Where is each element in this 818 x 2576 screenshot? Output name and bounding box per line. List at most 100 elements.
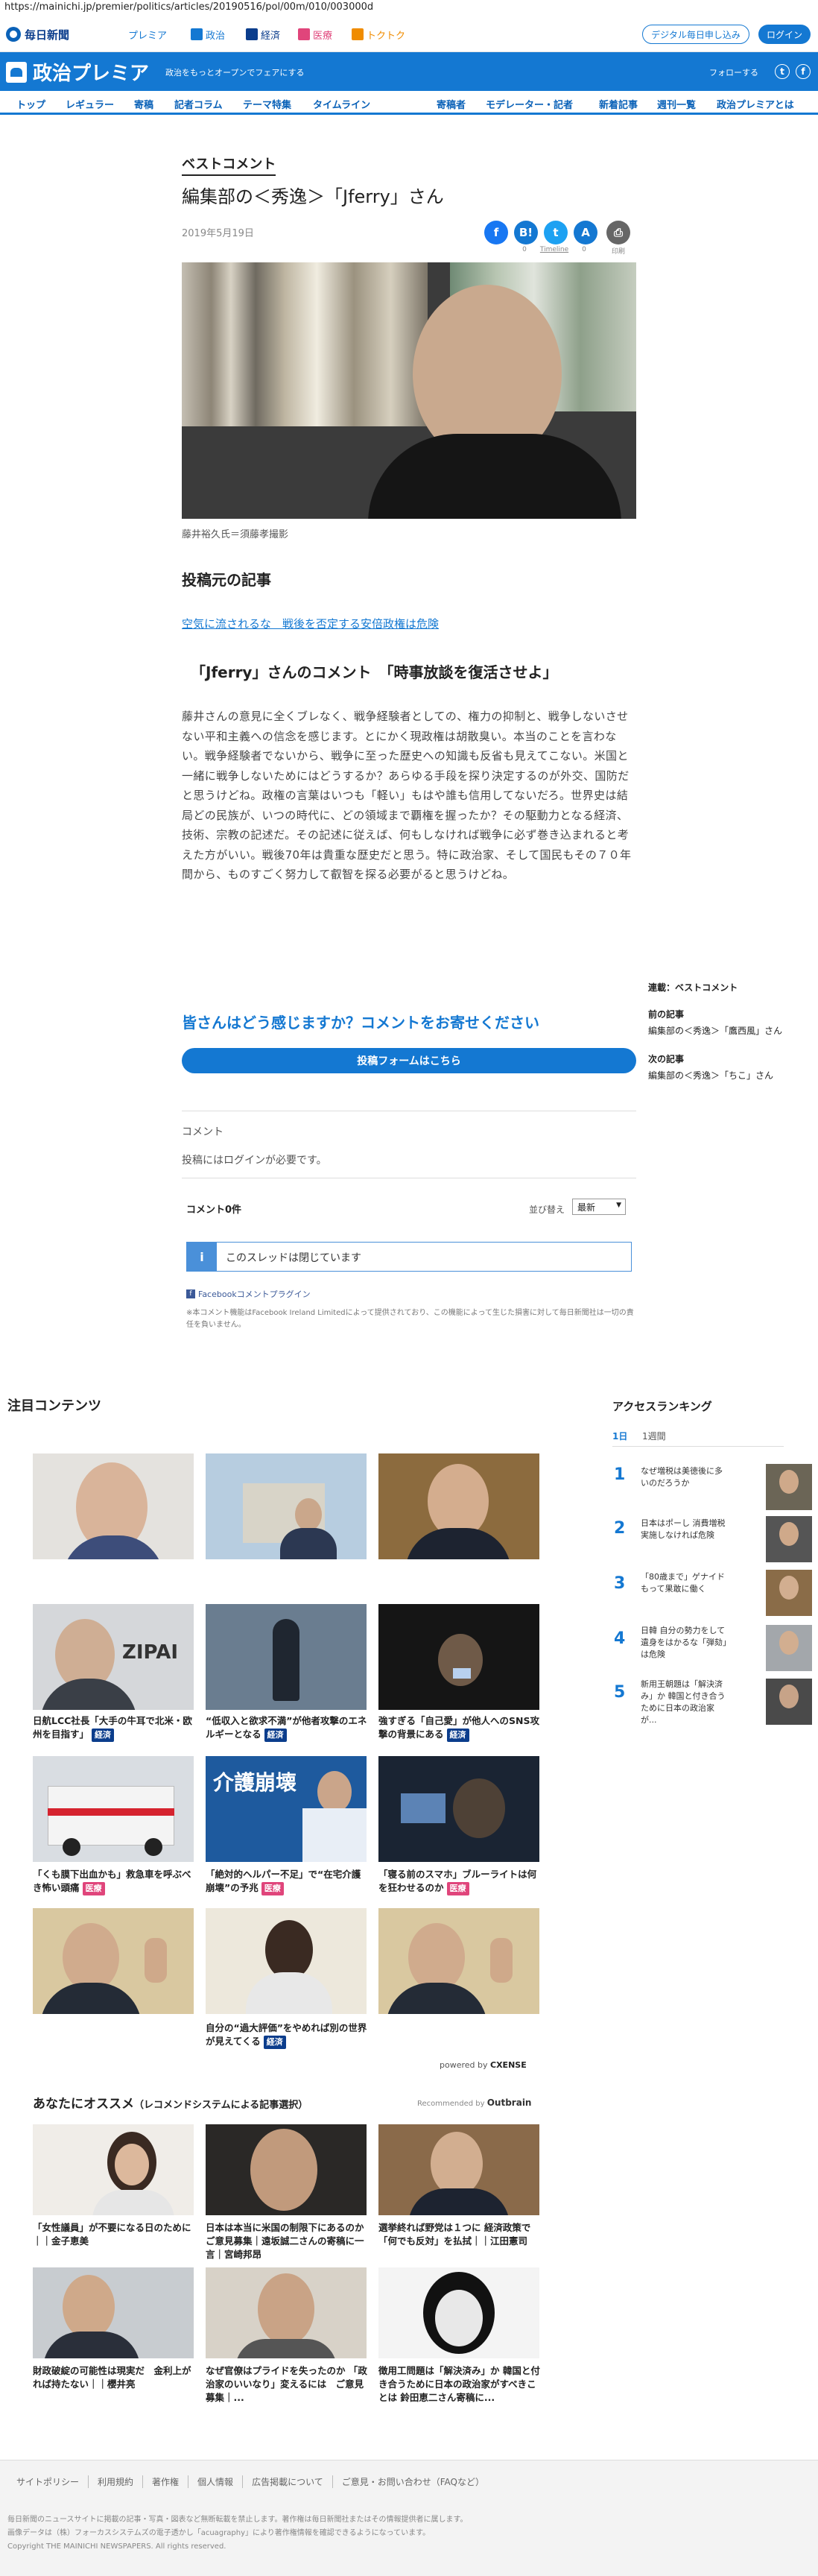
seiji-premier-logo[interactable]: 政治プレミア: [6, 58, 149, 86]
recommend-item[interactable]: 「女性議員」が不要になる日のために｜｜金子恵美: [33, 2221, 195, 2248]
featured-image[interactable]: [206, 1604, 367, 1710]
nav-theme[interactable]: テーマ特集: [243, 97, 291, 111]
nav-new[interactable]: 新着記事: [599, 97, 638, 111]
facebook-plugin-link[interactable]: f Facebookコメントプラグイン: [186, 1288, 311, 1300]
featured-card-text[interactable]: 強すぎる「自己愛」が他人へのSNS攻撃の背景にある 経済: [378, 1714, 541, 1742]
facebook-share-icon[interactable]: f: [484, 221, 508, 244]
featured-image[interactable]: [33, 1756, 194, 1862]
recommend-item[interactable]: なぜ官僚はプライドを失ったのか 「政治家のいいなり」変えるには ご意見募集｜..…: [206, 2364, 368, 2405]
sort-select[interactable]: 最新 ▼: [572, 1199, 626, 1215]
recommend-image[interactable]: [378, 2267, 539, 2358]
recommend-image[interactable]: [206, 2124, 367, 2215]
subscribe-button[interactable]: デジタル毎日申し込み: [642, 25, 749, 44]
ranking-thumb[interactable]: [766, 1625, 812, 1671]
recommend-item[interactable]: 徴用工問題は「解決済み」か 韓国と付き合うために日本の政治家がすべきことは 鈴田…: [378, 2364, 541, 2405]
ranking-thumb[interactable]: [766, 1464, 812, 1510]
ranking-thumb[interactable]: [766, 1516, 812, 1562]
rank-number: 2: [614, 1519, 626, 1538]
service-economy[interactable]: 経済: [246, 27, 280, 42]
featured-image[interactable]: [206, 1453, 367, 1559]
nav-column[interactable]: 記者コラム: [174, 97, 223, 111]
ranking-thumb[interactable]: [766, 1679, 812, 1725]
comment-form-button[interactable]: 投稿フォームはこちら: [182, 1048, 636, 1073]
font-size-icon[interactable]: A: [574, 221, 597, 244]
nav-moderators[interactable]: モデレーター・記者: [486, 97, 573, 111]
prev-article-link[interactable]: 編集部の＜秀逸＞「鷹西風」さん: [648, 1024, 782, 1037]
featured-image[interactable]: [33, 1453, 194, 1559]
footer-link[interactable]: 利用規約: [89, 2475, 144, 2488]
kaigo-banner-text: 介護崩壊: [213, 1770, 297, 1795]
featured-image[interactable]: [378, 1604, 539, 1710]
twitter-timeline-label[interactable]: Timeline: [539, 246, 569, 253]
featured-image[interactable]: [206, 1908, 367, 2014]
featured-image[interactable]: 介護崩壊: [206, 1756, 367, 1862]
ranking-item[interactable]: 新用王朝題は「解決済み」か 韓国と付き合うために日本の政治家が...: [641, 1679, 730, 1726]
featured-card-text[interactable]: 「寝る前のスマホ」ブルーライトは何を狂わせるのか 医療: [378, 1868, 541, 1895]
featured-card-text[interactable]: “低収入と欲求不満”が他者攻撃のエネルギーとなる 経済: [206, 1714, 368, 1742]
ranking-item[interactable]: なぜ増税は美徳後に多いのだろうか: [641, 1465, 730, 1489]
recommend-image[interactable]: [33, 2124, 194, 2215]
login-button[interactable]: ログイン: [758, 25, 811, 44]
twitter-follow-icon[interactable]: t: [775, 64, 790, 79]
featured-image[interactable]: ZIPAI: [33, 1604, 194, 1710]
footer-link[interactable]: ご意見・お問い合わせ（FAQなど）: [333, 2475, 493, 2488]
service-tokutoku[interactable]: トクトク: [352, 27, 405, 42]
print-icon[interactable]: ⎙: [606, 221, 630, 244]
service-politics[interactable]: 政治: [191, 27, 225, 42]
featured-card-text[interactable]: 「絶対的ヘルパー不足」で“在宅介護崩壊”の予兆 医療: [206, 1868, 368, 1895]
outbrain-logo: Outbrain: [486, 2097, 532, 2108]
featured-card-text[interactable]: 自分の“過大評価”をやめれば別の世界が見えてくる 経済: [206, 2021, 368, 2049]
ranking-tab-week[interactable]: 1週間: [642, 1430, 666, 1442]
footer-link[interactable]: 広告掲載について: [243, 2475, 333, 2488]
nav-regular[interactable]: レギュラー: [66, 97, 114, 111]
badge: 医療: [446, 1881, 469, 1895]
nav-top[interactable]: トップ: [16, 97, 45, 111]
nav-contributors[interactable]: 寄稿者: [437, 97, 466, 111]
facebook-follow-icon[interactable]: f: [796, 64, 811, 79]
badge: 経済: [446, 1728, 469, 1742]
next-article-link[interactable]: 編集部の＜秀逸＞「ちこ」さん: [648, 1069, 773, 1082]
article-photo: [182, 262, 636, 519]
service-medical[interactable]: 医療: [298, 27, 332, 42]
footer-link[interactable]: 個人情報: [188, 2475, 244, 2488]
recommend-image[interactable]: [33, 2267, 194, 2358]
article: ベストコメント 編集部の＜秀逸＞「Jferry」さん 2019年5月19日 f …: [182, 149, 636, 1342]
ranking-item[interactable]: 日韓 自分の勢力をして遺身をはかるな「弾劾」は危険: [641, 1625, 730, 1661]
service-premier[interactable]: プレミア: [128, 27, 167, 42]
mainichi-logo[interactable]: 毎日新聞: [6, 25, 69, 43]
ranking-tab-day[interactable]: 1日: [612, 1430, 627, 1442]
hatena-count: 0: [522, 246, 527, 253]
outbrain-credit[interactable]: Recommended by Outbrain: [417, 2097, 531, 2108]
recommend-image[interactable]: [378, 2124, 539, 2215]
footer-link[interactable]: 著作権: [143, 2475, 189, 2488]
nav-about[interactable]: 政治プレミアとは: [717, 97, 794, 111]
source-article-link[interactable]: 空気に流されるな 戦後を否定する安倍政権は危険: [182, 616, 439, 631]
address-bar[interactable]: https://mainichi.jp/premier/politics/art…: [0, 0, 818, 16]
badge: 医療: [82, 1881, 105, 1895]
featured-image[interactable]: [378, 1756, 539, 1862]
recommend-item[interactable]: 選挙終れば野党は１つに 経済政策で「何でも反対」を払拭｜｜江田憲司: [378, 2221, 541, 2248]
footer-link[interactable]: サイトポリシー: [7, 2475, 89, 2488]
recommend-item[interactable]: 日本は本当に米国の制限下にあるのか ご意見募集｜遠坂誠二さんの寄稿に一言｜宮崎邦…: [206, 2221, 373, 2261]
twitter-share-icon[interactable]: t: [544, 221, 568, 244]
ranking-item[interactable]: 「80歳まで」ゲナイドもって果敢に働く: [641, 1571, 730, 1595]
cxense-logo[interactable]: CXENSE: [490, 2060, 527, 2070]
featured-image[interactable]: [33, 1908, 194, 2014]
series-title[interactable]: 連載：ベストコメント: [648, 981, 738, 994]
thread-closed-notice: i このスレッドは閉じています: [186, 1242, 632, 1272]
hatena-bookmark-icon[interactable]: B!: [514, 221, 538, 244]
ranking-thumb[interactable]: [766, 1570, 812, 1616]
featured-image[interactable]: [378, 1453, 539, 1559]
nav-timeline[interactable]: タイムライン: [313, 97, 370, 111]
ranking-item[interactable]: 日本はポーし 消費増税実施しなければ危険: [641, 1518, 730, 1541]
nav-kiko[interactable]: 寄稿: [134, 97, 153, 111]
badge: 経済: [264, 1728, 287, 1742]
nav-weekly[interactable]: 週刊一覧: [657, 97, 696, 111]
featured-card-text[interactable]: 日航LCC社長「大手の牛耳で北米・欧州を目指す」 経済: [33, 1714, 195, 1742]
featured-card-text[interactable]: 「くも膜下出血かも」救急車を呼ぶべき怖い頭痛 医療: [33, 1868, 195, 1895]
recommend-item[interactable]: 財政破綻の可能性は現実だ 金利上がれば持たない｜｜櫻井亮: [33, 2364, 195, 2391]
featured-image[interactable]: [378, 1908, 539, 2014]
recommend-image[interactable]: [206, 2267, 367, 2358]
source-heading: 投稿元の記事: [182, 571, 271, 589]
article-category[interactable]: ベストコメント: [182, 154, 276, 176]
